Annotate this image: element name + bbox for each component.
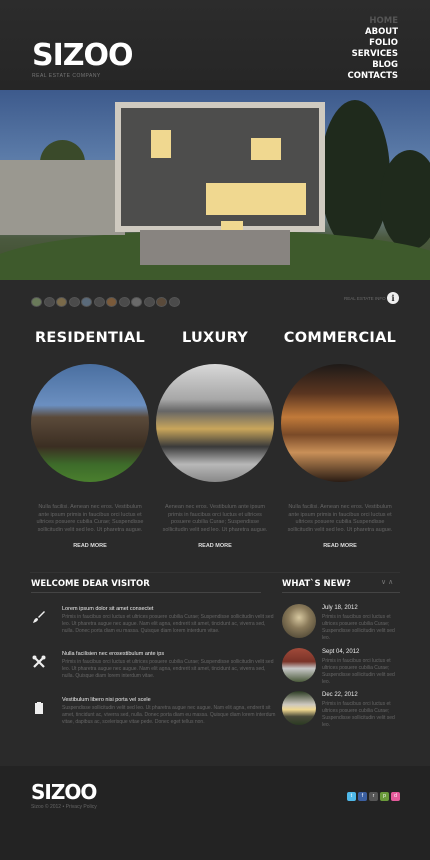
slider-thumb[interactable] bbox=[118, 296, 130, 307]
hero-slider-image bbox=[0, 90, 430, 280]
welcome-item-text: Primis in faucibus orci luctus et ultric… bbox=[62, 614, 274, 634]
news-date[interactable]: Dec 22, 2012 bbox=[322, 692, 358, 698]
clipboard-icon bbox=[31, 701, 47, 717]
social-links: tfrpd bbox=[347, 784, 402, 802]
slider-thumb[interactable] bbox=[81, 296, 92, 307]
twitter-icon[interactable]: t bbox=[347, 792, 356, 801]
column-residential: RESIDENTIAL Nulla facilisi. Aenean nec e… bbox=[25, 330, 155, 549]
brush-icon bbox=[31, 610, 47, 626]
news-text: Primis in faucibus orci luctus et ultric… bbox=[322, 658, 395, 685]
nav-blog[interactable]: BLOG bbox=[348, 60, 398, 71]
residential-image[interactable] bbox=[31, 364, 149, 482]
footer-logo[interactable]: SIZOO bbox=[31, 780, 97, 804]
footer: SIZOO Sizoo © 2012 • Privacy Policy tfrp… bbox=[0, 766, 430, 860]
picasa-icon[interactable]: p bbox=[380, 792, 389, 801]
read-more-link[interactable]: READ MORE bbox=[275, 543, 405, 549]
column-luxury: LUXURY Aenean nec eros. Vestibulum ante … bbox=[150, 330, 280, 549]
welcome-item-title[interactable]: Vestibulum libero nisi porta vel scele bbox=[62, 697, 151, 703]
news-thumbnail[interactable] bbox=[282, 691, 316, 725]
nav-about[interactable]: ABOUT bbox=[348, 27, 398, 38]
read-more-link[interactable]: READ MORE bbox=[25, 543, 155, 549]
column-title: LUXURY bbox=[181, 330, 249, 346]
welcome-title: WELCOME DEAR VISITOR bbox=[31, 579, 150, 589]
welcome-underline bbox=[31, 592, 261, 593]
slider-thumb[interactable] bbox=[168, 296, 180, 307]
column-text: Aenean nec eros. Vestibulum ante ipsum p… bbox=[162, 504, 268, 533]
slider-thumbnails bbox=[31, 293, 181, 311]
rss-icon[interactable]: r bbox=[369, 792, 378, 801]
facebook-icon[interactable]: f bbox=[358, 792, 367, 801]
nav-services[interactable]: SERVICES bbox=[348, 49, 398, 60]
welcome-item-title[interactable]: Nulla facilisien nec erosestibulum ante … bbox=[62, 651, 164, 657]
dribbble-icon[interactable]: d bbox=[391, 792, 400, 801]
slider-thumb[interactable] bbox=[131, 296, 142, 307]
tools-icon bbox=[31, 655, 47, 671]
news-thumbnail[interactable] bbox=[282, 604, 316, 638]
info-icon[interactable]: i bbox=[387, 292, 399, 304]
footer-copyright: Sizoo © 2012 • Privacy Policy bbox=[31, 804, 97, 810]
slider-thumb[interactable] bbox=[68, 296, 80, 307]
column-title: COMMERCIAL bbox=[283, 330, 397, 346]
slider-thumb[interactable] bbox=[31, 296, 42, 307]
logo[interactable]: SIZOO bbox=[32, 38, 134, 73]
slider-thumb[interactable] bbox=[43, 296, 55, 307]
commercial-image[interactable] bbox=[281, 364, 399, 482]
column-commercial: COMMERCIAL Nulla facilisi. Aenean nec er… bbox=[275, 330, 405, 549]
slider-thumb[interactable] bbox=[106, 296, 117, 307]
nav-contacts[interactable]: CONTACTS bbox=[348, 71, 398, 82]
column-text: Nulla facilisi. Aenean nec eros. Vestibu… bbox=[36, 504, 144, 533]
news-date[interactable]: Sept 04, 2012 bbox=[322, 649, 359, 655]
read-more-link[interactable]: READ MORE bbox=[150, 543, 280, 549]
chevron-up-icon[interactable]: ∧ bbox=[388, 579, 395, 586]
nav-home[interactable]: HOME bbox=[348, 16, 398, 27]
slider-thumb[interactable] bbox=[93, 296, 105, 307]
news-underline bbox=[282, 592, 400, 593]
luxury-image[interactable] bbox=[156, 364, 274, 482]
news-text: Primis in faucibus orci luctus et ultric… bbox=[322, 614, 395, 641]
news-title: WHAT`S NEW? bbox=[282, 579, 351, 589]
section-divider bbox=[30, 572, 400, 573]
header: SIZOO REAL ESTATE COMPANY HOME ABOUT FOL… bbox=[0, 0, 430, 90]
logo-tagline: REAL ESTATE COMPANY bbox=[32, 73, 101, 79]
news-text: Primis in faucibus orci luctus et ultric… bbox=[322, 701, 395, 728]
welcome-item-text: Suspendisse sollicitudin velit sed leo. … bbox=[62, 705, 276, 725]
slider-thumb[interactable] bbox=[143, 296, 155, 307]
welcome-item-title[interactable]: Lorem ipsum dolor sit amet consectet bbox=[62, 606, 153, 612]
slider-caption: REAL ESTATE INFO bbox=[344, 296, 386, 301]
news-date[interactable]: July 18, 2012 bbox=[322, 605, 358, 611]
welcome-item-text: Primis in faucibus orci luctus et ultric… bbox=[62, 659, 274, 679]
news-thumbnail[interactable] bbox=[282, 648, 316, 682]
slider-thumb[interactable] bbox=[56, 296, 67, 307]
main-nav: HOME ABOUT FOLIO SERVICES BLOG CONTACTS bbox=[348, 16, 398, 82]
news-arrows: ∨∧ bbox=[381, 578, 395, 586]
column-text: Nulla facilisi. Aenean nec eros. Vestibu… bbox=[287, 504, 393, 533]
nav-folio[interactable]: FOLIO bbox=[348, 38, 398, 49]
column-title: RESIDENTIAL bbox=[34, 330, 146, 346]
slider-thumb[interactable] bbox=[156, 296, 167, 307]
